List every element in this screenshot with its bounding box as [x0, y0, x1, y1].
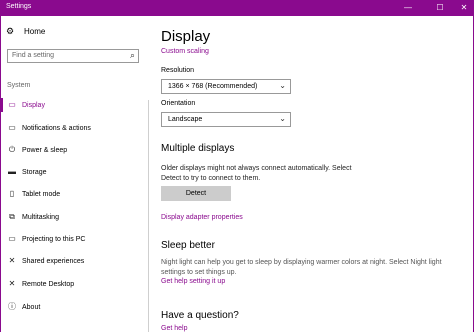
- sidebar-item-about[interactable]: ⓘ About: [7, 301, 40, 312]
- night-light-help-link[interactable]: Get help setting it up: [161, 278, 225, 285]
- search-placeholder: Find a setting: [12, 52, 55, 59]
- sidebar-item-remote-desktop[interactable]: ✕ Remote Desktop: [7, 279, 75, 288]
- title-bar: Settings — ☐ ✕: [0, 0, 474, 16]
- sidebar-item-projecting[interactable]: ▭ Projecting to this PC: [7, 234, 85, 243]
- orientation-value: Landscape: [168, 116, 203, 123]
- section-header-system: System: [7, 82, 31, 89]
- question-heading: Have a question?: [161, 310, 239, 321]
- get-help-link[interactable]: Get help: [161, 325, 187, 332]
- multiple-displays-heading: Multiple displays: [161, 143, 235, 154]
- multitasking-icon: ⧉: [9, 212, 15, 221]
- minimize-button[interactable]: —: [394, 0, 422, 16]
- search-icon: ⌕: [129, 50, 135, 60]
- power-icon: ⏻: [8, 145, 16, 154]
- sidebar-item-label: Shared experiences: [22, 258, 85, 265]
- sidebar-item-storage[interactable]: ▬ Storage: [7, 167, 47, 176]
- tablet-icon: ▯: [9, 189, 15, 198]
- sidebar-item-label: About: [22, 304, 41, 311]
- home-gear-icon: ⚙: [6, 26, 15, 36]
- window-title: Settings: [6, 3, 32, 10]
- sidebar-item-label: Remote Desktop: [22, 281, 75, 288]
- sidebar-item-label: Projecting to this PC: [22, 236, 86, 243]
- sidebar-item-display[interactable]: ▭ Display: [7, 100, 45, 109]
- page-title: Display: [161, 28, 211, 45]
- orientation-label: Orientation: [161, 100, 196, 107]
- remote-desktop-icon: ✕: [8, 279, 16, 288]
- orientation-dropdown[interactable]: Landscape ⌄: [161, 112, 291, 127]
- storage-icon: ▬: [8, 167, 16, 176]
- selection-indicator: [1, 98, 3, 112]
- sidebar-item-label: Notifications & actions: [22, 125, 91, 132]
- sleep-text-2: settings to set things up.: [161, 269, 237, 276]
- chevron-down-icon: ⌄: [279, 114, 286, 123]
- close-button[interactable]: ✕: [450, 0, 474, 16]
- search-input[interactable]: Find a setting ⌕: [7, 49, 139, 63]
- resolution-value: 1366 × 768 (Recommended): [168, 83, 258, 90]
- sidebar-item-label: Power & sleep: [22, 147, 68, 154]
- sidebar-item-tablet-mode[interactable]: ▯ Tablet mode: [7, 189, 60, 198]
- home-label: Home: [24, 27, 46, 36]
- sidebar-item-multitasking[interactable]: ⧉ Multitasking: [7, 212, 59, 222]
- sidebar-item-label: Storage: [22, 169, 47, 176]
- detect-button[interactable]: Detect: [161, 186, 231, 201]
- sidebar-item-shared-experiences[interactable]: ✕ Shared experiences: [7, 256, 85, 265]
- projecting-icon: ▭: [8, 234, 16, 243]
- multiple-displays-text-1: Older displays might not always connect …: [161, 165, 352, 172]
- monitor-icon: ▭: [8, 100, 16, 109]
- sidebar-item-notifications[interactable]: ▭ Notifications & actions: [7, 123, 91, 132]
- sidebar-item-label: Tablet mode: [22, 191, 61, 198]
- about-icon: ⓘ: [8, 302, 16, 311]
- notifications-icon: ▭: [8, 123, 16, 132]
- sidebar-item-label: Display: [22, 102, 45, 109]
- chevron-down-icon: ⌄: [279, 81, 286, 90]
- sleep-text-1: Night light can help you get to sleep by…: [161, 259, 442, 266]
- sidebar-item-label: Multitasking: [22, 214, 59, 221]
- display-adapter-link[interactable]: Display adapter properties: [161, 214, 243, 221]
- resolution-dropdown[interactable]: 1366 × 768 (Recommended) ⌄: [161, 79, 291, 94]
- sidebar-home[interactable]: ⚙ Home: [6, 26, 45, 37]
- multiple-displays-text-2: Detect to try to connect to them.: [161, 175, 261, 182]
- shared-experiences-icon: ✕: [8, 256, 16, 265]
- resolution-label: Resolution: [161, 67, 195, 74]
- custom-scaling-link[interactable]: Custom scaling: [161, 48, 209, 55]
- sleep-better-heading: Sleep better: [161, 240, 215, 251]
- sidebar-scrollbar[interactable]: [148, 100, 149, 332]
- sidebar-item-power[interactable]: ⏻ Power & sleep: [7, 145, 67, 155]
